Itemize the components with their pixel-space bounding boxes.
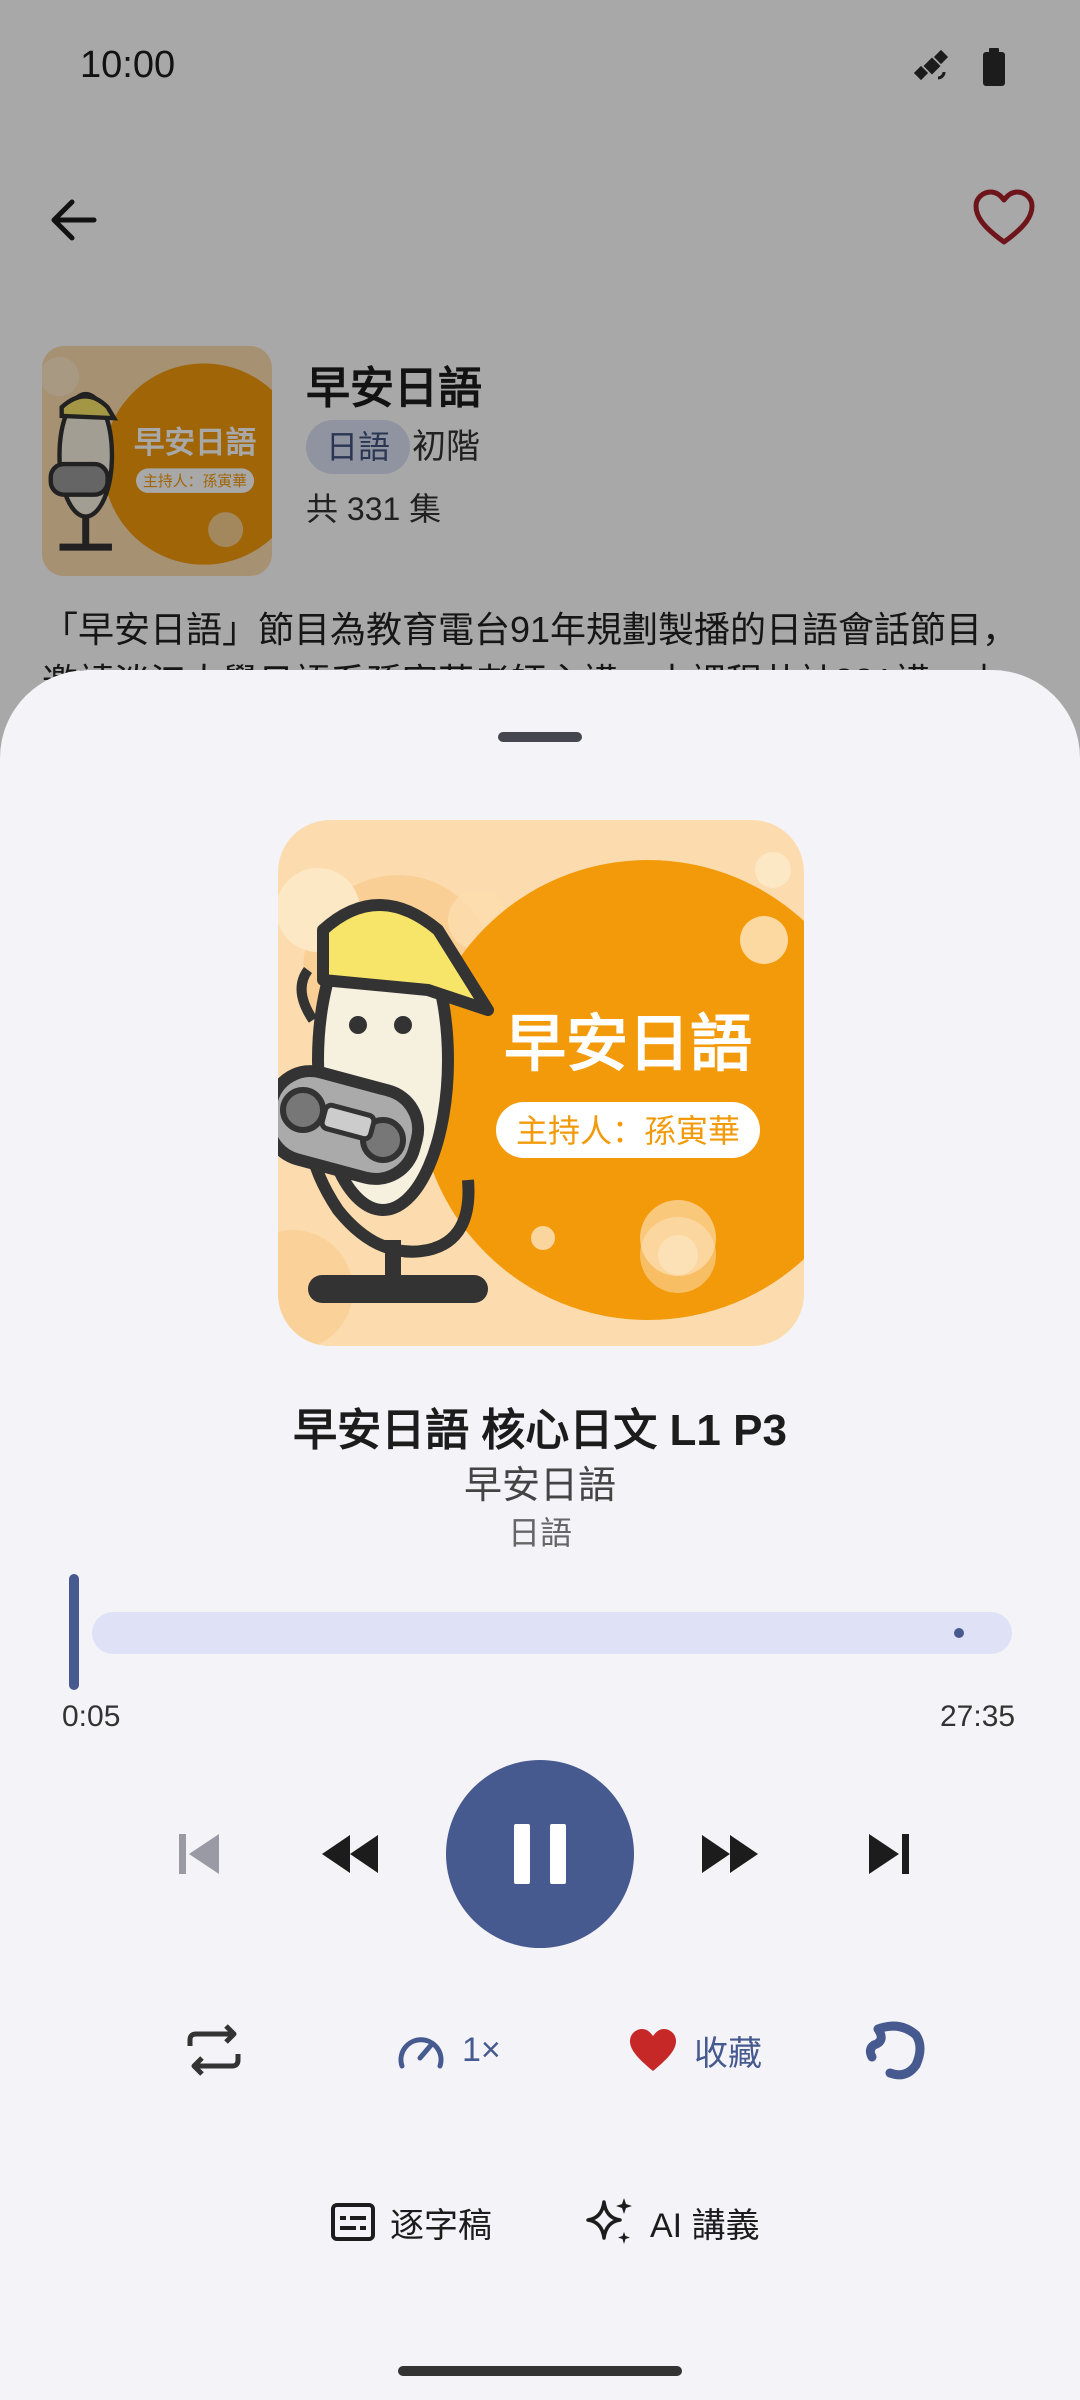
episode-cover-art: 早安日語 主持人：孫寅華 xyxy=(278,820,804,1346)
seek-track[interactable] xyxy=(92,1612,1012,1654)
seek-bar[interactable] xyxy=(62,1570,1012,1700)
favorite-button[interactable]: 收藏 xyxy=(628,2010,762,2090)
transcript-icon xyxy=(331,2203,375,2241)
favorite-label: 收藏 xyxy=(694,2034,762,2073)
speedometer-icon xyxy=(398,2037,444,2069)
skip-next-icon[interactable] xyxy=(848,1814,928,1894)
fast-forward-icon[interactable] xyxy=(690,1814,770,1894)
gesture-nav-bar[interactable] xyxy=(398,2366,682,2376)
transcript-label: 逐字稿 xyxy=(390,2206,492,2245)
pause-icon xyxy=(514,1824,566,1884)
seek-end-indicator xyxy=(954,1628,964,1638)
seek-thumb[interactable] xyxy=(68,1574,79,1690)
repeat-button[interactable] xyxy=(176,2010,252,2090)
episode-show-name: 早安日語 xyxy=(463,1465,616,1507)
ai-notes-button[interactable]: AI 講義 xyxy=(584,2182,760,2262)
loading-indicator xyxy=(862,2010,928,2090)
player-bottom-sheet: 早安日語 主持人：孫寅華 早安日語 核心日文 L1 P3 早安日語 日語 0:0… xyxy=(0,670,1080,2400)
playback-speed-label: 1× xyxy=(462,2030,501,2069)
rewind-icon[interactable] xyxy=(310,1814,390,1894)
skip-previous-icon[interactable] xyxy=(160,1814,240,1894)
total-time: 27:35 xyxy=(940,1700,1016,1733)
cover-host: 主持人：孫寅華 xyxy=(516,1112,740,1150)
heart-filled-icon xyxy=(630,2029,676,2071)
episode-language: 日語 xyxy=(507,1515,572,1551)
ai-notes-label: AI 講義 xyxy=(650,2206,760,2245)
transcript-button[interactable]: 逐字稿 xyxy=(330,2182,492,2262)
loading-spinner-icon xyxy=(865,2021,925,2080)
current-time: 0:05 xyxy=(62,1700,121,1733)
drag-handle[interactable] xyxy=(498,732,582,742)
repeat-icon xyxy=(187,2024,241,2076)
pause-button[interactable] xyxy=(446,1760,634,1948)
sparkle-icon xyxy=(586,2198,632,2244)
episode-title: 早安日語 核心日文 L1 P3 xyxy=(293,1406,787,1455)
playback-speed-button[interactable]: 1× xyxy=(396,2010,501,2090)
cover-title: 早安日語 xyxy=(504,1007,752,1080)
